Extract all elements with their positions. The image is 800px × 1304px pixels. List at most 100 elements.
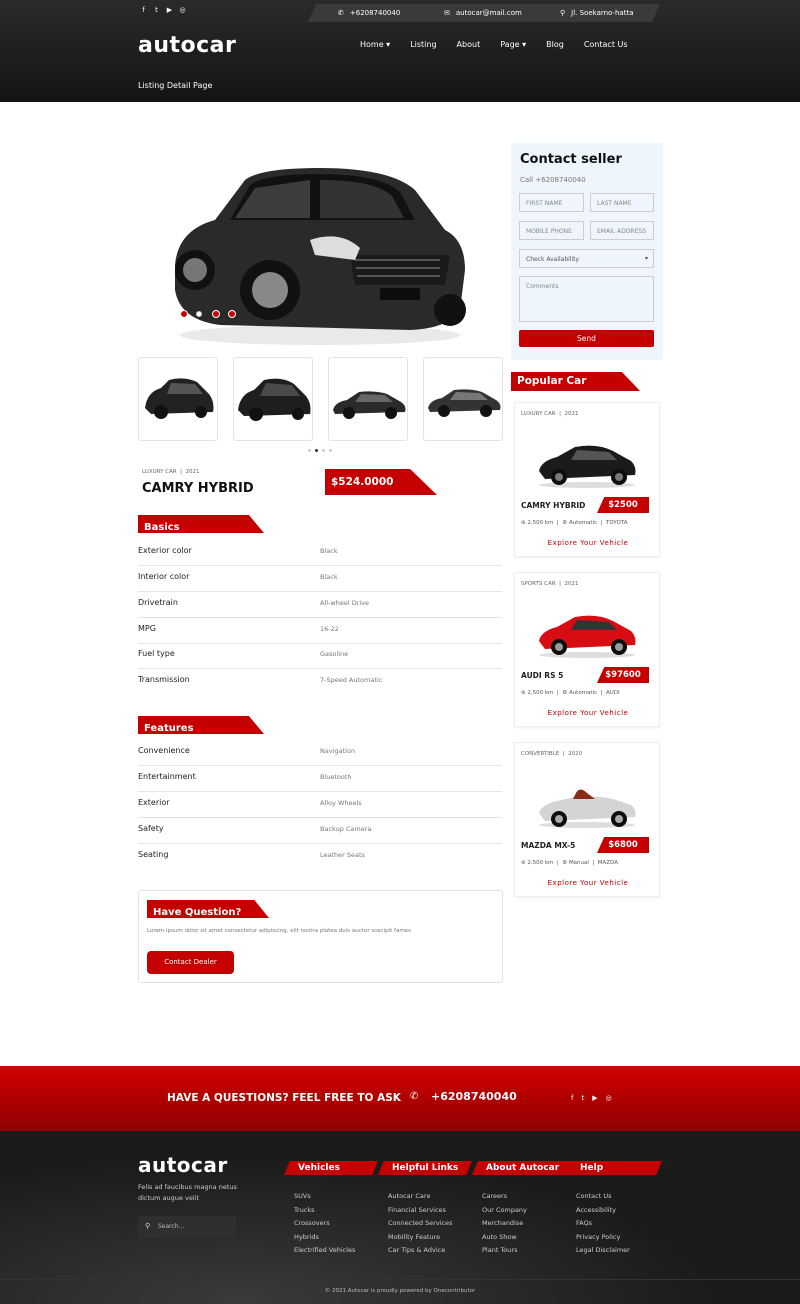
topbar-phone[interactable]: ✆ +6208740040: [307, 4, 432, 22]
footer-col-help: Contact Us Accessibility FAQs Privacy Po…: [576, 1190, 630, 1258]
question-box: Have Question? Lorem ipsum dolor sit ame…: [138, 890, 503, 983]
footer-link[interactable]: Accessibility: [576, 1204, 630, 1218]
pager-dot-active[interactable]: [315, 449, 318, 452]
nav-listing[interactable]: Listing: [410, 40, 436, 49]
twitter-icon[interactable]: t: [153, 7, 160, 14]
twitter-icon[interactable]: t: [581, 1094, 584, 1102]
spec-row: Drivetrain All-wheel Drive: [138, 592, 502, 618]
facebook-icon[interactable]: f: [571, 1094, 573, 1102]
footer-link[interactable]: Auto Show: [482, 1231, 527, 1245]
popular-car-card[interactable]: CONVERTIBLE | 2020 MAZDA MX-5 $6800 ⊛ 2,…: [514, 742, 660, 897]
footer-link[interactable]: Mobility Feature: [388, 1231, 452, 1245]
mail-icon: ✉: [443, 9, 450, 17]
main-car-image: [160, 160, 470, 350]
basics-heading: Basics: [138, 515, 264, 533]
listing-title: CAMRY HYBRID: [142, 481, 254, 496]
car-price: $6800: [597, 837, 649, 853]
footer-link[interactable]: Our Company: [482, 1204, 527, 1218]
car-image: [539, 445, 636, 488]
site-logo[interactable]: autocar: [138, 33, 236, 58]
footer-col-vehicles-title: Vehicles: [284, 1161, 378, 1175]
nav-blog[interactable]: Blog: [546, 40, 564, 49]
instagram-icon[interactable]: ◎: [606, 1094, 612, 1102]
explore-vehicle-link[interactable]: Explore Your Vehicle: [515, 879, 661, 887]
nav-page[interactable]: Page ▾: [500, 40, 526, 49]
footer-col-about: Careers Our Company Merchandise Auto Sho…: [482, 1190, 527, 1258]
footer-link[interactable]: Autocar Care: [388, 1190, 452, 1204]
car-image: [539, 789, 636, 828]
explore-vehicle-link[interactable]: Explore Your Vehicle: [515, 709, 661, 717]
phone-icon: ✆: [338, 9, 345, 17]
mobile-phone-field[interactable]: MOBILE PHONE: [519, 221, 584, 240]
thumbnail-3[interactable]: [328, 357, 408, 441]
youtube-icon[interactable]: ▶: [166, 7, 173, 14]
last-name-field[interactable]: LAST NAME: [590, 193, 654, 212]
car-price: $2500: [597, 497, 649, 513]
contact-title: Contact seller: [520, 152, 622, 167]
footer-link[interactable]: Careers: [482, 1190, 527, 1204]
footer-search-input[interactable]: ⚲ Search...: [138, 1216, 236, 1238]
listing-price: $524.0000: [331, 476, 394, 488]
thumbnail-pager: [308, 449, 332, 452]
contact-call: Call +6208740040: [520, 176, 586, 184]
footer-link[interactable]: Contact Us: [576, 1190, 630, 1204]
send-button[interactable]: Send: [519, 330, 654, 347]
footer-col-vehicles: SUVs Trucks Crossovers Hybrids Electrifi…: [294, 1190, 355, 1258]
footer-logo[interactable]: autocar: [138, 1153, 228, 1177]
youtube-icon[interactable]: ▶: [592, 1094, 597, 1102]
carousel-dot-1[interactable]: [180, 310, 188, 318]
explore-vehicle-link[interactable]: Explore Your Vehicle: [515, 539, 661, 547]
listing-price-tag: $524.0000: [325, 469, 437, 495]
footer-col-helpful-title: Helpful Links: [378, 1161, 472, 1175]
thumbnail-4[interactable]: [423, 357, 503, 441]
copyright: © 2021 Autocar is proudly powered by One…: [324, 1288, 476, 1294]
contact-dealer-button[interactable]: Contact Dealer: [147, 951, 234, 974]
thumbnail-1[interactable]: [138, 357, 218, 441]
carousel-dot-3[interactable]: [212, 310, 220, 318]
pager-dot[interactable]: [308, 449, 311, 452]
breadcrumb: Listing Detail Page: [138, 81, 213, 90]
pager-dot[interactable]: [329, 449, 332, 452]
chevron-down-icon: ▾: [644, 255, 648, 262]
footer-link[interactable]: SUVs: [294, 1190, 355, 1204]
footer-link[interactable]: Plant Tours: [482, 1244, 527, 1258]
pager-dot[interactable]: [322, 449, 325, 452]
features-heading: Features: [138, 716, 264, 734]
footer-link[interactable]: FAQs: [576, 1217, 630, 1231]
availability-select[interactable]: Check Availability ▾: [519, 249, 654, 268]
nav-about[interactable]: About: [457, 40, 481, 49]
carousel-dot-2[interactable]: [196, 311, 202, 317]
footer-link[interactable]: Trucks: [294, 1204, 355, 1218]
first-name-field[interactable]: FIRST NAME: [519, 193, 584, 212]
cta-text: HAVE A QUESTIONS? FEEL FREE TO ASK: [167, 1092, 401, 1104]
footer-link[interactable]: Car Tips & Advice: [388, 1244, 452, 1258]
carousel-dot-4[interactable]: [228, 310, 236, 318]
location-icon: ⚲: [560, 9, 566, 17]
comments-field[interactable]: Comments: [519, 276, 654, 322]
cta-phone[interactable]: +6208740040: [431, 1090, 517, 1103]
phone-icon: ✆: [410, 1091, 419, 1102]
email-field[interactable]: EMAIL ADDRESS: [590, 221, 654, 240]
footer-link[interactable]: Financial Services: [388, 1204, 452, 1218]
footer-col-helpful: Autocar Care Financial Services Connecte…: [388, 1190, 452, 1258]
cta-band: HAVE A QUESTIONS? FEEL FREE TO ASK ✆ +62…: [0, 1066, 800, 1132]
spec-row: Fuel type Gasoline: [138, 643, 502, 669]
facebook-icon[interactable]: f: [140, 7, 147, 14]
instagram-icon[interactable]: ◎: [179, 7, 186, 14]
popular-car-card[interactable]: SPORTS CAR | 2021 AUDI RS 5 $97600 ⊛ 2,5…: [514, 572, 660, 727]
nav-contact[interactable]: Contact Us: [584, 40, 628, 49]
footer-link[interactable]: Connected Services: [388, 1217, 452, 1231]
popular-heading: Popular Car: [511, 372, 640, 391]
footer-link[interactable]: Privacy Policy: [576, 1231, 630, 1245]
topbar-email[interactable]: ✉ autocar@mail.com: [420, 4, 545, 22]
popular-car-card[interactable]: LUXURY CAR | 2021 CAMRY HYBRID $2500 ⊛ 2…: [514, 402, 660, 557]
question-text: Lorem ipsum dolor sit amet consectetur a…: [147, 928, 411, 934]
footer-link[interactable]: Hybrids: [294, 1231, 355, 1245]
footer-link[interactable]: Merchandise: [482, 1217, 527, 1231]
footer-link[interactable]: Legal Disclaimer: [576, 1244, 630, 1258]
footer-link[interactable]: Crossovers: [294, 1217, 355, 1231]
nav-home[interactable]: Home ▾: [360, 40, 390, 49]
footer-col-about-title: About Autocar: [472, 1161, 572, 1175]
thumbnail-2[interactable]: [233, 357, 313, 441]
footer-link[interactable]: Electrified Vehicles: [294, 1244, 355, 1258]
